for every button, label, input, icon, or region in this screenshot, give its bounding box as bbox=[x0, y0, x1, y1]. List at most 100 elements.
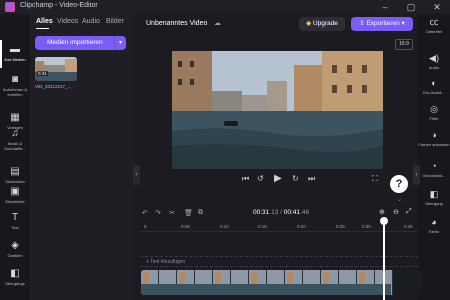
skip-end-icon[interactable]: ⏭ bbox=[308, 174, 315, 184]
speaker-icon: ◀) bbox=[429, 53, 439, 63]
nav-label: Ihre Medien bbox=[4, 57, 26, 62]
video-clip[interactable] bbox=[141, 270, 421, 295]
import-label: Medien importieren bbox=[47, 39, 103, 46]
rewind-5-icon[interactable]: ↺ bbox=[257, 174, 264, 183]
upload-icon: ⇪ bbox=[359, 20, 365, 27]
nav-label: Übergänge bbox=[5, 281, 25, 286]
collapse-panel-button[interactable]: ‹ bbox=[133, 165, 140, 185]
shapes-icon: ◈ bbox=[11, 240, 19, 251]
chevron-down-icon[interactable]: ⌄ bbox=[397, 196, 402, 203]
nav-label: Aufnehmen & erstellen bbox=[2, 87, 28, 97]
property-label: Audio bbox=[428, 65, 440, 70]
project-name[interactable]: Unbenanntes Video bbox=[146, 20, 207, 27]
property-uebergang[interactable]: ◧ Übergang bbox=[418, 189, 450, 206]
palette-icon: ◑ bbox=[431, 130, 437, 140]
maximize-icon[interactable]: ▢ bbox=[398, 0, 424, 14]
total-time: 00:41 bbox=[283, 209, 301, 216]
forward-5-icon[interactable]: ↻ bbox=[292, 174, 299, 183]
window-title: Clipchamp - Video-Editor bbox=[20, 2, 98, 9]
help-button[interactable]: ? bbox=[390, 175, 408, 193]
ruler-tick: 0:05 bbox=[181, 224, 190, 229]
ruler-tick: 0:10 bbox=[220, 224, 229, 229]
title-bar: Clipchamp - Video-Editor – ▢ ✕ bbox=[0, 0, 450, 14]
playhead[interactable] bbox=[383, 218, 385, 300]
diamond-icon: ◆ bbox=[306, 20, 312, 27]
property-filter[interactable]: ◎ Filter bbox=[418, 104, 450, 121]
zoom-in-icon[interactable]: ⊕ bbox=[379, 208, 385, 216]
ruler-tick: 0:25 bbox=[336, 224, 345, 229]
tab-videos[interactable]: Videos bbox=[57, 18, 78, 25]
property-label: Untertitel bbox=[425, 29, 442, 34]
property-fade[interactable]: ◐ Ein-/Ausbl... bbox=[418, 78, 450, 95]
left-nav: ▬ Ihre Medien ◙ Aufnehmen & erstellen ▦ … bbox=[0, 14, 30, 300]
current-time: 00:31 bbox=[253, 209, 270, 216]
media-thumbnail[interactable] bbox=[35, 57, 77, 81]
ruler-tick: 0 bbox=[144, 224, 147, 229]
total-time-frac: .46 bbox=[300, 209, 310, 216]
property-label: Farben anpassen bbox=[418, 142, 450, 147]
transition-icon: ◧ bbox=[10, 268, 20, 279]
filter-icon: ◎ bbox=[430, 104, 438, 114]
fade-icon: ◐ bbox=[431, 78, 437, 88]
ruler-tick: 0:15 bbox=[258, 224, 267, 229]
cloud-off-icon: ☁ bbox=[214, 20, 221, 27]
ruler-tick: 0:35 bbox=[404, 224, 413, 229]
delete-icon[interactable]: 🗑 bbox=[184, 209, 193, 217]
nav-label: Stockbilder bbox=[5, 199, 25, 204]
current-time-frac: .13 bbox=[269, 209, 279, 216]
music-icon: ♫ bbox=[11, 128, 19, 139]
ruler-tick: 0:20 bbox=[297, 224, 306, 229]
camera-icon: ◙ bbox=[11, 74, 19, 85]
property-label: Geschwind... bbox=[422, 173, 446, 178]
import-media-button[interactable]: Medien importieren ▾ bbox=[35, 36, 126, 50]
upgrade-button[interactable]: ◆ Upgrade bbox=[299, 17, 345, 31]
nav-label: Musik & Soundeffe... bbox=[4, 141, 26, 151]
export-button[interactable]: ⇪ Exportieren ▾ bbox=[351, 17, 413, 31]
property-audio[interactable]: ◀) Audio bbox=[418, 53, 450, 70]
property-farben[interactable]: ◑ Farben anpassen bbox=[418, 130, 450, 147]
nav-item-uebergaenge[interactable]: ◧ Übergänge bbox=[0, 266, 30, 300]
play-button[interactable]: ▶ bbox=[274, 173, 282, 184]
undo-icon[interactable]: ↶ bbox=[142, 209, 148, 217]
skip-start-icon[interactable]: ⏮ bbox=[242, 174, 249, 184]
export-label: Exportieren bbox=[366, 20, 400, 27]
color-icon: ◕ bbox=[431, 217, 437, 227]
nav-label: Grafiken bbox=[7, 253, 23, 258]
video-preview bbox=[172, 51, 383, 169]
nav-item-aufnehmen[interactable]: ◙ Aufnehmen & erstellen bbox=[0, 72, 30, 106]
split-icon[interactable]: ✂ bbox=[169, 209, 175, 217]
ruler-tick: 0:30 bbox=[362, 224, 371, 229]
tab-bilder[interactable]: Bilder bbox=[106, 18, 124, 25]
upgrade-label: Upgrade bbox=[312, 20, 338, 27]
property-farbe[interactable]: ◕ Farbe bbox=[418, 217, 450, 234]
nav-item-musik[interactable]: ♫ Musik & Soundeffe... bbox=[0, 126, 30, 160]
chevron-down-icon[interactable]: ▾ bbox=[114, 36, 126, 50]
nav-label: Text bbox=[11, 225, 19, 230]
tab-alles[interactable]: Alles bbox=[36, 18, 53, 25]
clipchamp-logo-icon bbox=[5, 2, 15, 12]
venice-thumbnail-image bbox=[35, 57, 77, 81]
image-icon: ▣ bbox=[10, 186, 20, 197]
folder-icon: ▬ bbox=[10, 44, 20, 55]
chevron-down-icon: ▾ bbox=[401, 20, 405, 27]
tab-audio[interactable]: Audio bbox=[82, 18, 100, 25]
property-label: Übergang bbox=[425, 201, 443, 206]
nav-item-ihre-medien[interactable]: ▬ Ihre Medien bbox=[0, 42, 30, 76]
fullscreen-icon[interactable]: ⛶ bbox=[372, 174, 378, 184]
property-untertitel[interactable]: ㏄ Untertitel bbox=[418, 17, 450, 34]
media-duration: 0:41 bbox=[37, 71, 48, 76]
fit-timeline-icon[interactable]: ⤢ bbox=[406, 208, 412, 216]
duplicate-icon[interactable]: ⧉ bbox=[198, 209, 203, 217]
minimize-icon[interactable]: – bbox=[372, 0, 398, 14]
add-text-track[interactable]: + Text hinzufügen bbox=[140, 256, 418, 267]
template-icon: ▦ bbox=[10, 112, 20, 123]
zoom-out-icon[interactable]: ⊖ bbox=[393, 208, 399, 216]
aspect-ratio-button[interactable]: 16:9 bbox=[395, 39, 413, 50]
redo-icon[interactable]: ↷ bbox=[155, 209, 161, 217]
close-icon[interactable]: ✕ bbox=[424, 0, 450, 14]
property-geschwindigkeit[interactable]: ◔ Geschwind... bbox=[418, 161, 450, 178]
playhead-handle[interactable] bbox=[380, 217, 388, 225]
text-icon: T bbox=[11, 212, 19, 223]
property-label: Farbe bbox=[428, 229, 440, 234]
timecode: 00:31.13 / 00:41.46 bbox=[253, 209, 309, 216]
